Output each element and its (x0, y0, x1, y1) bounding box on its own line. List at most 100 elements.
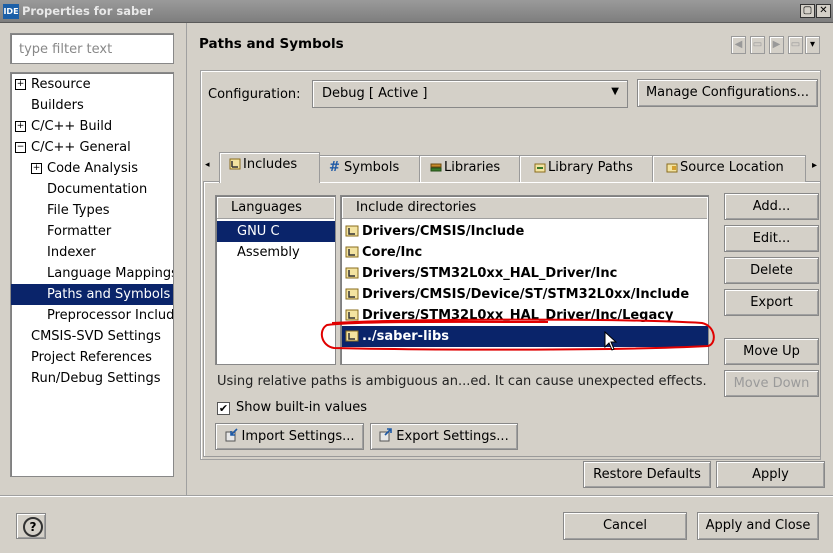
tree-item[interactable]: Builders (31, 95, 84, 116)
include-path-label: Drivers/CMSIS/Device/ST/STM32L0xx/Includ… (362, 287, 690, 302)
tree-item[interactable]: Documentation (47, 179, 147, 200)
include-path-label: Core/Inc (362, 245, 423, 260)
tree-item[interactable]: Formatter (47, 221, 111, 242)
forward-icon[interactable]: ▶ (769, 36, 784, 54)
list-item[interactable]: Drivers/STM32L0xx_HAL_Driver/Inc (342, 263, 708, 284)
red-annotation-circle (320, 318, 715, 351)
tree-item[interactable]: Language Mappings (47, 263, 174, 284)
tree-item-label: C/C++ General (31, 140, 131, 155)
tab-symbols[interactable]: # Symbols (318, 155, 421, 182)
include-folder-icon (345, 267, 359, 279)
add-button[interactable]: Add... (724, 193, 819, 220)
dropdown-arrow-icon: ▼ (611, 86, 619, 97)
filter-box[interactable] (10, 33, 174, 64)
tab-source-location[interactable]: Source Location (652, 155, 806, 182)
tree-item-label: Preprocessor Includ (47, 308, 174, 323)
tab-scroll-right-icon[interactable]: ▸ (812, 160, 817, 171)
tree-item-label: Run/Debug Settings (31, 371, 161, 386)
tab-label: Source Location (680, 160, 784, 175)
list-item[interactable]: Drivers/CMSIS/Device/ST/STM32L0xx/Includ… (342, 284, 708, 305)
tree-item-label: Language Mappings (47, 266, 174, 281)
tab-libraries[interactable]: Libraries (419, 155, 521, 182)
tree-item-label: Resource (31, 77, 91, 92)
tree-item-label: File Types (47, 203, 110, 218)
edit-button[interactable]: Edit... (724, 225, 819, 252)
tree-item[interactable]: C/C++ Build (31, 116, 112, 137)
pane-divider[interactable] (186, 23, 187, 495)
tab-label: Library Paths (548, 160, 633, 175)
include-directories-header[interactable]: Include directories (342, 197, 707, 219)
tab-library-paths[interactable]: Library Paths (519, 155, 654, 182)
hash-icon: # (329, 160, 340, 175)
show-builtin-label[interactable]: Show built-in values (236, 400, 367, 415)
list-item[interactable]: Assembly (217, 242, 335, 263)
export-settings-button[interactable]: Export Settings... (370, 423, 518, 450)
apply-and-close-button[interactable]: Apply and Close (697, 512, 819, 540)
delete-button[interactable]: Delete (724, 257, 819, 284)
move-up-button[interactable]: Move Up (724, 338, 819, 365)
help-button[interactable]: ? (16, 513, 46, 539)
list-item[interactable]: GNU C (217, 221, 335, 242)
preference-tree[interactable]: Resource + Builders C/C++ Build + C/C++ Gener… (10, 72, 174, 477)
tree-item[interactable]: File Types (47, 200, 110, 221)
tree-item[interactable]: Preprocessor Includ (47, 305, 174, 326)
include-path-label: Drivers/CMSIS/Include (362, 224, 525, 239)
filter-input[interactable] (17, 41, 171, 58)
expand-icon[interactable]: + (15, 79, 26, 90)
window-title: Properties for saber (22, 4, 153, 18)
tree-item-label: C/C++ Build (31, 119, 113, 134)
apply-button[interactable]: Apply (716, 461, 825, 488)
tab-includes[interactable]: Includes (219, 152, 320, 183)
close-button[interactable]: ✕ (816, 4, 831, 18)
help-icon: ? (23, 517, 43, 537)
tree-item-label: Builders (31, 98, 84, 113)
app-icon: IDE (3, 4, 19, 19)
tab-label: Includes (243, 157, 298, 172)
relative-path-warning: Using relative paths is ambiguous an...e… (217, 374, 707, 389)
configuration-value: Debug [ Active ] (322, 86, 428, 101)
tree-item-label: Project References (31, 350, 152, 365)
tree-item[interactable]: Code Analysis (47, 158, 138, 179)
chevron-down-icon[interactable]: ▾ (805, 36, 820, 54)
tree-item-label: Paths and Symbols (47, 287, 171, 302)
configuration-select[interactable]: Debug [ Active ] ▼ (312, 80, 628, 108)
manage-configurations-button[interactable]: Manage Configurations... (637, 79, 818, 107)
tree-item[interactable]: Paths and Symbols (11, 284, 173, 305)
tree-item[interactable]: Indexer (47, 242, 96, 263)
forward-menu-icon[interactable]: ▭ (788, 36, 803, 54)
maximize-button[interactable]: ▢ (800, 4, 815, 18)
tree-item-label: Code Analysis (47, 161, 138, 176)
source-folder-icon (666, 163, 678, 173)
tree-item[interactable]: Project References (31, 347, 152, 368)
tree-item[interactable]: Resource (31, 74, 91, 95)
export-button[interactable]: Export (724, 289, 819, 316)
cancel-button[interactable]: Cancel (563, 512, 687, 540)
import-settings-label: Import Settings... (241, 429, 355, 444)
library-icon (430, 163, 442, 172)
show-builtin-checkbox[interactable]: ✔ (217, 402, 230, 415)
collapse-icon[interactable]: − (15, 142, 26, 153)
tree-item-label: Indexer (47, 245, 96, 260)
import-settings-button[interactable]: Import Settings... (215, 423, 364, 450)
tree-item-label: Documentation (47, 182, 148, 197)
languages-header[interactable]: Languages (217, 197, 334, 219)
tab-scroll-left-icon[interactable]: ◂ (205, 160, 210, 170)
include-folder-icon (345, 225, 359, 237)
list-item[interactable]: Drivers/CMSIS/Include (342, 221, 708, 242)
include-folder-icon (345, 288, 359, 300)
export-icon (379, 428, 393, 442)
tree-item[interactable]: CMSIS-SVD Settings (31, 326, 161, 347)
back-menu-icon[interactable]: ▭ (750, 36, 765, 54)
include-folder-icon (229, 158, 241, 170)
tree-item[interactable]: Run/Debug Settings (31, 368, 161, 389)
move-down-button[interactable]: Move Down (724, 370, 819, 397)
expand-icon[interactable]: + (31, 163, 42, 174)
tab-label: Libraries (444, 160, 501, 175)
tree-item[interactable]: C/C++ General (31, 137, 131, 158)
restore-defaults-button[interactable]: Restore Defaults (583, 461, 711, 488)
import-icon (225, 428, 238, 442)
expand-icon[interactable]: + (15, 121, 26, 132)
library-path-icon (534, 163, 546, 173)
back-icon[interactable]: ◀ (731, 36, 746, 54)
list-item[interactable]: Core/Inc (342, 242, 708, 263)
